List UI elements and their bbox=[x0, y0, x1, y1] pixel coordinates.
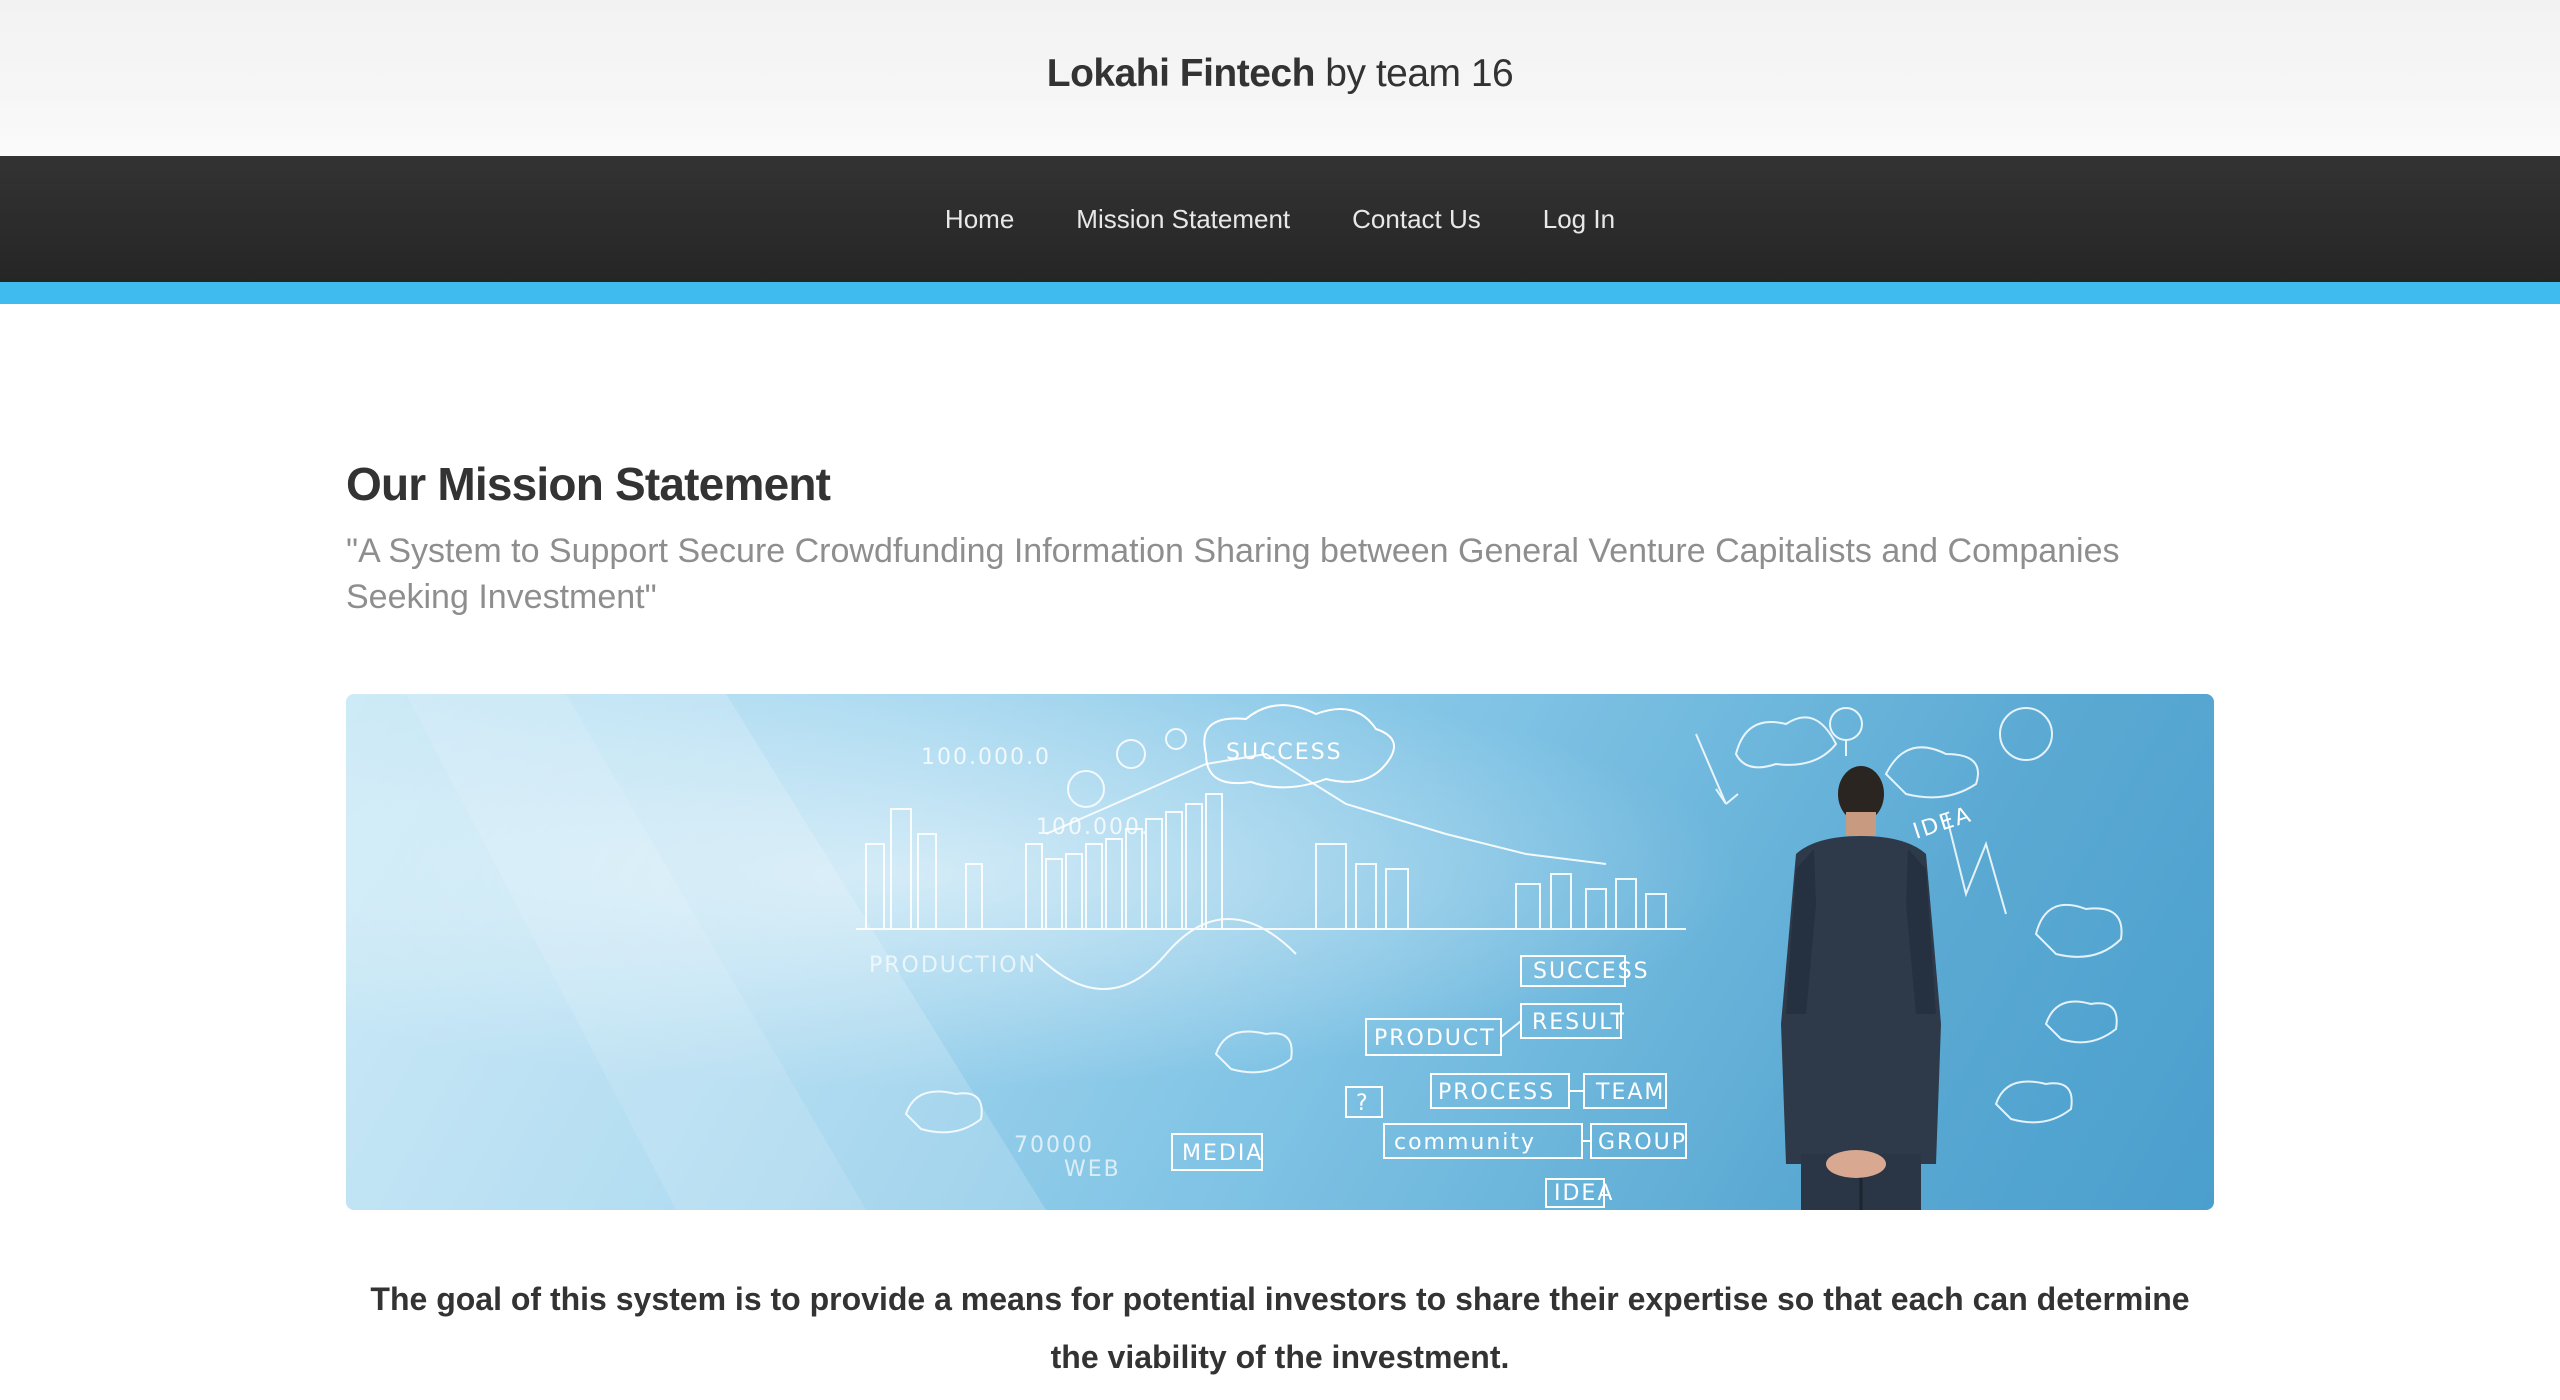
word-success-top: SUCCESS bbox=[1226, 740, 1343, 765]
word-group: GROUP bbox=[1598, 1130, 1687, 1155]
main-content: Our Mission Statement "A System to Suppo… bbox=[346, 304, 2214, 1386]
word-team: TEAM bbox=[1595, 1080, 1665, 1105]
brand-name: Lokahi Fintech bbox=[1046, 52, 1316, 95]
page-title: Our Mission Statement bbox=[346, 458, 831, 510]
word-media: MEDIA bbox=[1182, 1141, 1263, 1166]
word-idea-bottom: IDEA bbox=[1554, 1181, 1614, 1206]
nav-item-home[interactable]: Home bbox=[945, 204, 1014, 235]
site-title[interactable]: Lokahi Fintech by team 16 bbox=[1047, 52, 1514, 96]
word-result: RESULT bbox=[1532, 1010, 1626, 1035]
number-label-mid: 100.000. bbox=[1036, 815, 1150, 840]
hero-image: SUCCESS RESULT PRODUCT PROCESS TEAM comm… bbox=[346, 694, 2214, 1211]
goal-statement: The goal of this system is to provide a … bbox=[370, 1281, 2190, 1376]
hero-illustration: SUCCESS RESULT PRODUCT PROCESS TEAM comm… bbox=[346, 694, 2123, 1211]
number-label-low: 70000 bbox=[1014, 1133, 1094, 1158]
main-navigation: Home Mission Statement Contact Us Log In bbox=[0, 156, 2560, 282]
brand-suffix: by team 16 bbox=[1325, 52, 1514, 95]
word-idea-right: IDEA bbox=[1910, 802, 1975, 844]
nav-item-mission-statement[interactable]: Mission Statement bbox=[1076, 204, 1290, 235]
mission-quote: "A System to Support Secure Crowdfunding… bbox=[346, 532, 2120, 617]
word-question: ? bbox=[1356, 1091, 1370, 1116]
site-header: Lokahi Fintech by team 16 bbox=[0, 0, 2560, 156]
word-web: WEB bbox=[1064, 1157, 1121, 1182]
nav-item-contact-us[interactable]: Contact Us bbox=[1352, 204, 1481, 235]
word-success-box: SUCCESS bbox=[1533, 959, 1650, 984]
number-label-top: 100.000.0 bbox=[921, 745, 1051, 770]
word-product: PRODUCT bbox=[1374, 1026, 1496, 1051]
word-process: PROCESS bbox=[1438, 1080, 1555, 1105]
word-production: PRODUCTION bbox=[869, 953, 1037, 978]
nav-item-log-in[interactable]: Log In bbox=[1543, 204, 1615, 235]
word-community: community bbox=[1394, 1130, 1536, 1155]
accent-divider bbox=[0, 282, 2560, 304]
